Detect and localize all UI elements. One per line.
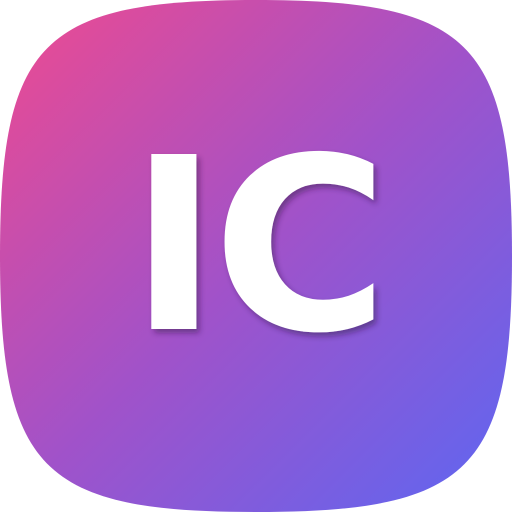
icon-monogram-text: IC: [129, 106, 382, 386]
app-icon-graphic: IC: [0, 0, 512, 512]
app-icon[interactable]: IC: [0, 0, 512, 512]
